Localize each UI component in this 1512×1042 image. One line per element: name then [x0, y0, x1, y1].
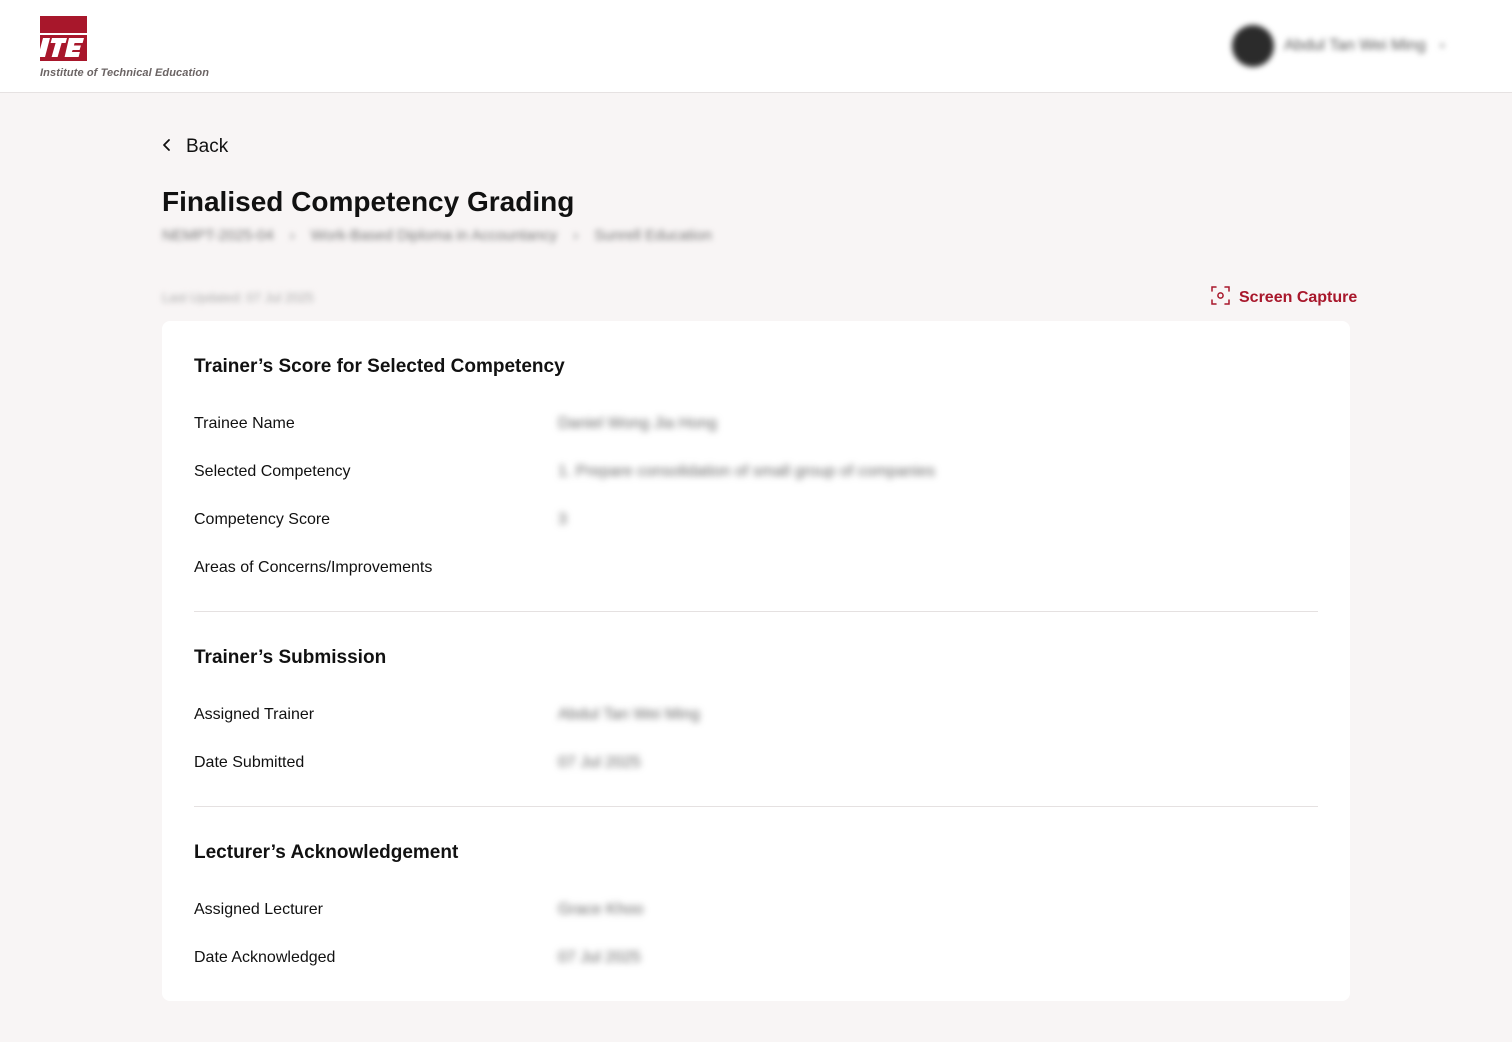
breadcrumb: NEMPT-2025-04 › Work-Based Diploma in Ac…: [162, 227, 712, 244]
breadcrumb-item: NEMPT-2025-04: [162, 227, 274, 244]
logo-text: Institute of Technical Education: [40, 67, 210, 79]
section-title-trainer-submission: Trainer’s Submission: [194, 647, 387, 668]
breadcrumb-item: Sunrell Education: [594, 227, 712, 244]
label-areas-of-concern: Areas of Concerns/Improvements: [194, 559, 433, 576]
screen-capture-icon: [1211, 286, 1230, 310]
back-label: Back: [186, 136, 229, 157]
value-assigned-lecturer: Grace Khoo: [558, 901, 644, 918]
label-date-acknowledged: Date Acknowledged: [194, 949, 336, 966]
screen-capture-button[interactable]: Screen Capture: [1211, 286, 1358, 310]
user-name: Abdul Tan Wei Ming: [1284, 37, 1426, 54]
user-menu[interactable]: Abdul Tan Wei Ming ▾: [1232, 24, 1445, 68]
value-date-submitted: 07 Jul 2025: [558, 754, 641, 771]
chevron-down-icon: ▾: [1439, 40, 1445, 52]
page-title: Finalised Competency Grading: [162, 186, 575, 217]
label-assigned-trainer: Assigned Trainer: [194, 706, 315, 723]
label-assigned-lecturer: Assigned Lecturer: [194, 901, 323, 918]
ite-logo-mark: [40, 16, 87, 61]
breadcrumb-separator: ›: [289, 227, 295, 244]
value-date-acknowledged: 07 Jul 2025: [558, 949, 641, 966]
divider: [194, 611, 1318, 612]
value-selected-competency: 1. Prepare consolidation of small group …: [558, 463, 936, 480]
chevron-left-icon: [162, 137, 172, 158]
screen-capture-label: Screen Capture: [1239, 289, 1358, 306]
breadcrumb-separator: ›: [573, 227, 579, 244]
label-selected-competency: Selected Competency: [194, 463, 351, 480]
last-updated: Last Updated: 07 Jul 2025: [162, 290, 314, 305]
label-trainee-name: Trainee Name: [194, 415, 295, 432]
section-title-trainer-score: Trainer’s Score for Selected Competency: [194, 356, 565, 377]
value-trainee-name: Daniel Wong Jia Hong: [558, 415, 717, 432]
label-date-submitted: Date Submitted: [194, 754, 305, 771]
divider: [194, 806, 1318, 807]
label-competency-score: Competency Score: [194, 511, 331, 528]
value-competency-score: 3: [558, 511, 567, 528]
value-assigned-trainer: Abdul Tan Wei Ming: [558, 706, 700, 723]
grading-card: Trainer’s Score for Selected Competency …: [162, 321, 1350, 1001]
section-title-lecturer-ack: Lecturer’s Acknowledgement: [194, 842, 459, 863]
back-button[interactable]: Back: [162, 134, 228, 160]
top-bar: Institute of Technical Education Abdul T…: [0, 0, 1512, 93]
avatar: [1232, 25, 1274, 67]
ite-logo[interactable]: Institute of Technical Education: [40, 16, 209, 79]
breadcrumb-item: Work-Based Diploma in Accountancy: [310, 227, 558, 244]
